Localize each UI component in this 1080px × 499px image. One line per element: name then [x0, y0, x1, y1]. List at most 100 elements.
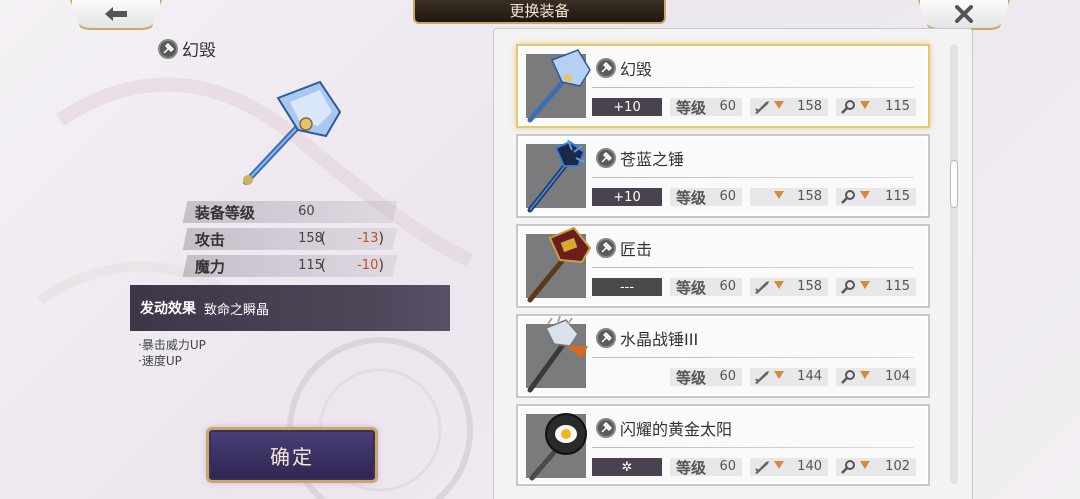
hammer-type-icon: [596, 328, 616, 348]
equipment-name-text: 匠击: [620, 240, 653, 259]
magic-value: 115: [885, 99, 910, 114]
effect-value: 致命之瞬晶: [204, 302, 270, 318]
attack-box: 144: [750, 368, 828, 386]
magic-value: 104: [885, 369, 910, 384]
down-arrow-icon: [860, 281, 870, 289]
equipment-name: 闪耀的黄金太阳: [596, 416, 732, 440]
close-button[interactable]: [918, 0, 1010, 30]
equipment-name: 幻毁: [596, 56, 652, 80]
down-arrow-icon: [860, 461, 870, 469]
equipment-name: 匠击: [596, 236, 652, 260]
attack-box: 158: [750, 278, 828, 296]
attack-box: 158: [750, 188, 828, 206]
attack-value: 158: [797, 99, 822, 114]
attack-value: 158: [797, 279, 822, 294]
magic-box: 104: [836, 368, 916, 386]
divider: [592, 447, 914, 448]
down-arrow-icon: [774, 191, 784, 199]
sword-icon: [755, 461, 769, 474]
equipment-card[interactable]: 苍蓝之锤 +10 等级 60 158 115: [516, 134, 930, 218]
level-box: 等级 60: [670, 458, 742, 477]
equipment-card[interactable]: 水晶战锤III 等级 60 144 104: [516, 314, 930, 398]
equipment-name: 水晶战锤III: [596, 326, 698, 350]
crystal-warhammer-icon: [527, 316, 588, 393]
down-arrow-icon: [774, 281, 784, 289]
equipment-name-text: 闪耀的黄金太阳: [620, 420, 733, 439]
down-arrow-icon: [860, 371, 870, 379]
level-box: 等级 60: [670, 368, 742, 387]
hammer-type-icon: [596, 238, 616, 258]
level-value: 60: [719, 99, 736, 114]
magic-box: 115: [836, 278, 916, 296]
equipment-name-text: 幻毁: [620, 60, 653, 79]
effect-line: ·速度UP: [138, 354, 182, 368]
level-label: 等级: [676, 99, 707, 117]
divider: [592, 87, 914, 88]
stat-value: 60: [298, 204, 315, 219]
equipment-card[interactable]: 闪耀的黄金太阳 ✲ 等级 60 140 102: [516, 404, 930, 486]
level-label: 等级: [676, 189, 707, 207]
magic-box: 102: [836, 458, 916, 476]
divider: [592, 267, 914, 268]
divider: [592, 177, 914, 178]
level-value: 60: [719, 189, 736, 204]
stat-diff: -13: [357, 231, 379, 246]
weapon-thumbnail: [526, 413, 587, 481]
effect-line: ·暴击威力UP: [138, 338, 206, 352]
level-box: 等级 60: [670, 278, 742, 297]
current-name-text: 幻毁: [182, 41, 216, 61]
attack-value: 140: [797, 459, 822, 474]
weapon-thumbnail: [526, 139, 586, 213]
paren-open: (: [320, 256, 327, 274]
attack-value: 144: [797, 369, 822, 384]
sword-icon: [755, 281, 769, 294]
scrollbar[interactable]: [950, 44, 958, 484]
stat-row-magic: 魔力 115 ( -10 ): [182, 255, 398, 277]
staff-icon: [841, 370, 855, 384]
frying-pan-icon: [529, 413, 587, 481]
back-button[interactable]: [70, 0, 162, 30]
blue-hammer-icon: [527, 139, 586, 213]
magic-box: 115: [836, 98, 916, 116]
attack-value: 158: [797, 189, 822, 204]
stat-label: 攻击: [194, 231, 225, 249]
hammer-type-icon: [596, 418, 616, 438]
refine-badge: +10: [592, 98, 662, 116]
staff-icon: [841, 280, 855, 294]
paren-close: ): [378, 229, 385, 247]
craftsman-hammer-icon: [527, 226, 592, 303]
weapon-thumbnail: [526, 316, 588, 393]
scrollbar-thumb[interactable]: [950, 160, 958, 208]
equipment-card[interactable]: 幻毁 +10 等级 60 158 115: [516, 44, 930, 128]
down-arrow-icon: [860, 101, 870, 109]
level-label: 等级: [676, 279, 707, 297]
crystal-hammer-icon: [527, 49, 591, 123]
level-label: 等级: [676, 459, 707, 477]
stat-label: 装备等级: [194, 204, 255, 222]
refine-badge: +10: [592, 188, 662, 206]
effect-bar: 发动效果 致命之瞬晶: [130, 285, 450, 331]
stat-value: 115: [298, 258, 323, 273]
staff-icon: [841, 460, 855, 474]
magic-box: 115: [836, 188, 916, 206]
stat-row-attack: 攻击 158 ( -13 ): [182, 228, 398, 250]
hammer-type-icon: [596, 148, 616, 168]
magic-value: 102: [885, 459, 910, 474]
down-arrow-icon: [774, 101, 784, 109]
staff-icon: [841, 190, 855, 204]
confirm-button[interactable]: 确定: [206, 427, 378, 483]
level-label: 等级: [676, 369, 707, 387]
equipment-card[interactable]: 匠击 --- 等级 60 158 115: [516, 224, 930, 308]
current-equipment-name: 幻毁: [158, 36, 216, 61]
back-arrow-icon: [105, 7, 127, 21]
refine-badge: ---: [592, 278, 662, 296]
equipment-name-text: 苍蓝之锤: [620, 150, 685, 169]
paren-open: (: [320, 229, 327, 247]
attack-box: 158: [750, 98, 828, 116]
refine-badge: ✲: [592, 458, 662, 476]
stat-value: 158: [298, 231, 323, 246]
staff-icon: [841, 100, 855, 114]
sword-icon: [755, 101, 769, 114]
sword-icon: [755, 371, 769, 384]
page-title: 更换装备: [413, 0, 666, 24]
